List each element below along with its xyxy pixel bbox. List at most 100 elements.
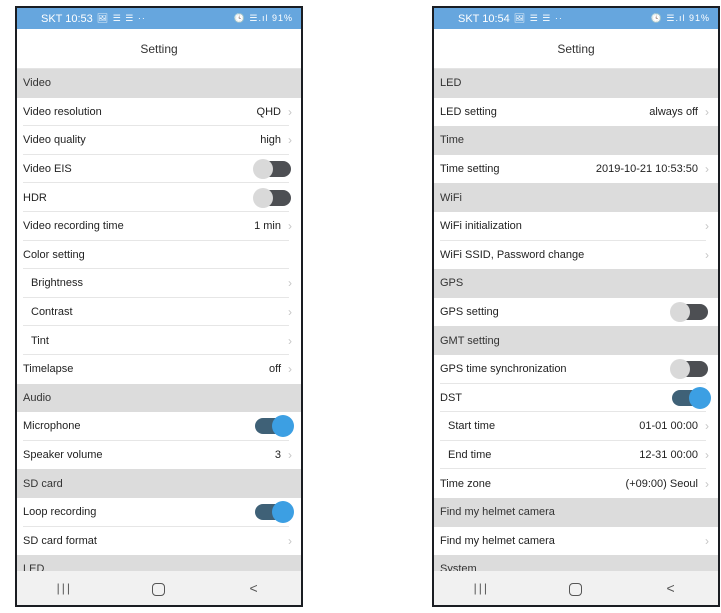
setting-row-contrast[interactable]: Contrast ›	[17, 297, 301, 327]
toggle-switch-off[interactable]	[670, 359, 708, 380]
chevron-right-icon: ›	[288, 333, 292, 348]
chevron-right-icon: ›	[288, 219, 292, 234]
toggle-switch-on[interactable]	[255, 501, 294, 524]
setting-row-end-time[interactable]: End time 12-31 00:00 ›	[434, 440, 718, 470]
toggle-knob	[670, 302, 690, 323]
setting-row-microphone[interactable]: Microphone	[17, 412, 301, 441]
section-label: SD card	[23, 477, 63, 490]
phone-screen-left: SKT 10:53 🖼 ☰ ☰ ·· 🕓 ☰.ıl 91% Setting Vi…	[15, 6, 303, 607]
section-header-audio: Audio	[17, 383, 301, 413]
settings-list: LED LED setting always off › Time Time settin…	[434, 69, 718, 571]
setting-row-gps-time-synchronization[interactable]: GPS time synchronization	[434, 354, 718, 384]
setting-label: Tint	[31, 334, 49, 347]
section-header-gmt-setting: GMT setting	[434, 326, 718, 355]
section-header-sd-card: SD card	[17, 469, 301, 498]
chevron-right-icon: ›	[288, 448, 292, 463]
setting-row-video-quality[interactable]: Video quality high ›	[17, 126, 301, 155]
toggle-knob	[670, 359, 690, 380]
page-title: Setting	[434, 29, 718, 69]
home-icon	[569, 582, 583, 596]
setting-label: GPS time synchronization	[440, 363, 567, 376]
setting-label: Brightness	[31, 277, 83, 290]
android-nav-bar: ||| <	[434, 571, 718, 605]
section-header-gps: GPS	[434, 269, 718, 298]
status-bar: SKT 10:53 🖼 ☰ ☰ ·· 🕓 ☰.ıl 91%	[17, 8, 301, 29]
section-label: Audio	[23, 391, 52, 404]
setting-row-timelapse[interactable]: Timelapse off ›	[17, 354, 301, 384]
setting-row-speaker-volume[interactable]: Speaker volume 3 ›	[17, 440, 301, 470]
chevron-right-icon: ›	[288, 133, 292, 148]
section-header-led: LED	[434, 69, 718, 98]
setting-row-tint[interactable]: Tint ›	[17, 326, 301, 355]
chevron-right-icon: ›	[705, 533, 709, 548]
setting-row-gps-setting[interactable]: GPS setting	[434, 297, 718, 327]
section-label: LED	[23, 563, 45, 571]
setting-row-loop-recording[interactable]: Loop recording	[17, 497, 301, 527]
setting-row-brightness[interactable]: Brightness ›	[17, 269, 301, 298]
setting-label: Start time	[448, 420, 496, 433]
setting-label: Contrast	[31, 306, 73, 319]
home-button[interactable]	[556, 580, 596, 596]
section-label: System	[440, 563, 477, 571]
setting-row-video-recording-time[interactable]: Video recording time 1 min ›	[17, 211, 301, 241]
setting-label: Time setting	[440, 163, 500, 176]
back-icon[interactable]: <	[651, 580, 691, 596]
chevron-right-icon: ›	[288, 305, 292, 320]
setting-value: always off	[649, 105, 698, 118]
setting-label: Loop recording	[23, 506, 97, 519]
section-label: Find my helmet camera	[440, 506, 555, 519]
setting-row-start-time[interactable]: Start time 01-01 00:00 ›	[434, 412, 718, 441]
signal-battery-indicator: 🕓 ☰.ıl 91%	[650, 13, 710, 23]
setting-row-dst[interactable]: DST	[434, 383, 718, 413]
toggle-switch-on[interactable]	[672, 386, 711, 409]
setting-value: 12-31 00:00	[639, 449, 698, 462]
setting-label: Microphone	[23, 420, 81, 433]
setting-row-time-setting[interactable]: Time setting 2019-10-21 10:53:50 ›	[434, 154, 718, 184]
setting-row-time-zone[interactable]: Time zone (+09:00) Seoul ›	[434, 469, 718, 498]
section-label: WiFi	[440, 191, 462, 204]
setting-row-hdr[interactable]: HDR	[17, 183, 301, 212]
setting-row-wifi-initialization[interactable]: WiFi initialization ›	[434, 211, 718, 241]
toggle-switch-off[interactable]	[253, 187, 291, 208]
chevron-right-icon: ›	[288, 104, 292, 119]
section-label: Time	[440, 134, 465, 147]
setting-row-video-eis[interactable]: Video EIS	[17, 154, 301, 184]
android-nav-bar: ||| <	[17, 571, 301, 605]
home-icon	[152, 582, 166, 596]
setting-label: GPS setting	[440, 306, 499, 319]
setting-label: Find my helmet camera	[440, 534, 555, 547]
setting-label: Video recording time	[23, 220, 124, 233]
setting-row-sd-card-format[interactable]: SD card format ›	[17, 526, 301, 556]
chevron-right-icon: ›	[288, 533, 292, 548]
section-label: GPS	[440, 277, 464, 290]
toggle-switch-on[interactable]	[255, 415, 294, 438]
section-header-find-my-helmet-camera: Find my helmet camera	[434, 497, 718, 527]
setting-value: 1 min	[254, 220, 281, 233]
section-header-video: Video	[17, 69, 301, 98]
setting-row-led-setting[interactable]: LED setting always off ›	[434, 97, 718, 127]
setting-label: WiFi initialization	[440, 220, 522, 233]
recent-apps-icon[interactable]: |||	[44, 581, 84, 595]
back-icon[interactable]: <	[234, 580, 274, 596]
recent-apps-icon[interactable]: |||	[461, 581, 501, 595]
setting-row-video-resolution[interactable]: Video resolution QHD ›	[17, 97, 301, 127]
chevron-right-icon: ›	[705, 448, 709, 463]
carrier-time: SKT 10:54	[458, 12, 510, 25]
toggle-knob	[253, 159, 273, 180]
notification-icons: 🖼 ☰ ☰ ··	[96, 13, 146, 23]
setting-label: Time zone	[440, 477, 491, 490]
toggle-switch-off[interactable]	[670, 302, 708, 323]
home-button[interactable]	[139, 580, 179, 596]
setting-label: Video quality	[23, 134, 86, 147]
setting-value: (+09:00) Seoul	[625, 477, 698, 490]
toggle-knob	[689, 386, 711, 409]
setting-label: SD card format	[23, 534, 97, 547]
setting-value: 2019-10-21 10:53:50	[595, 163, 698, 176]
setting-label: Timelapse	[23, 363, 74, 376]
toggle-switch-off[interactable]	[253, 159, 291, 180]
setting-label: WiFi SSID, Password change	[440, 248, 585, 261]
setting-row-wifi-ssid-password-change[interactable]: WiFi SSID, Password change ›	[434, 240, 718, 270]
chevron-right-icon: ›	[705, 419, 709, 434]
setting-row-find-my-helmet-camera[interactable]: Find my helmet camera ›	[434, 526, 718, 556]
setting-value: 01-01 00:00	[639, 420, 698, 433]
